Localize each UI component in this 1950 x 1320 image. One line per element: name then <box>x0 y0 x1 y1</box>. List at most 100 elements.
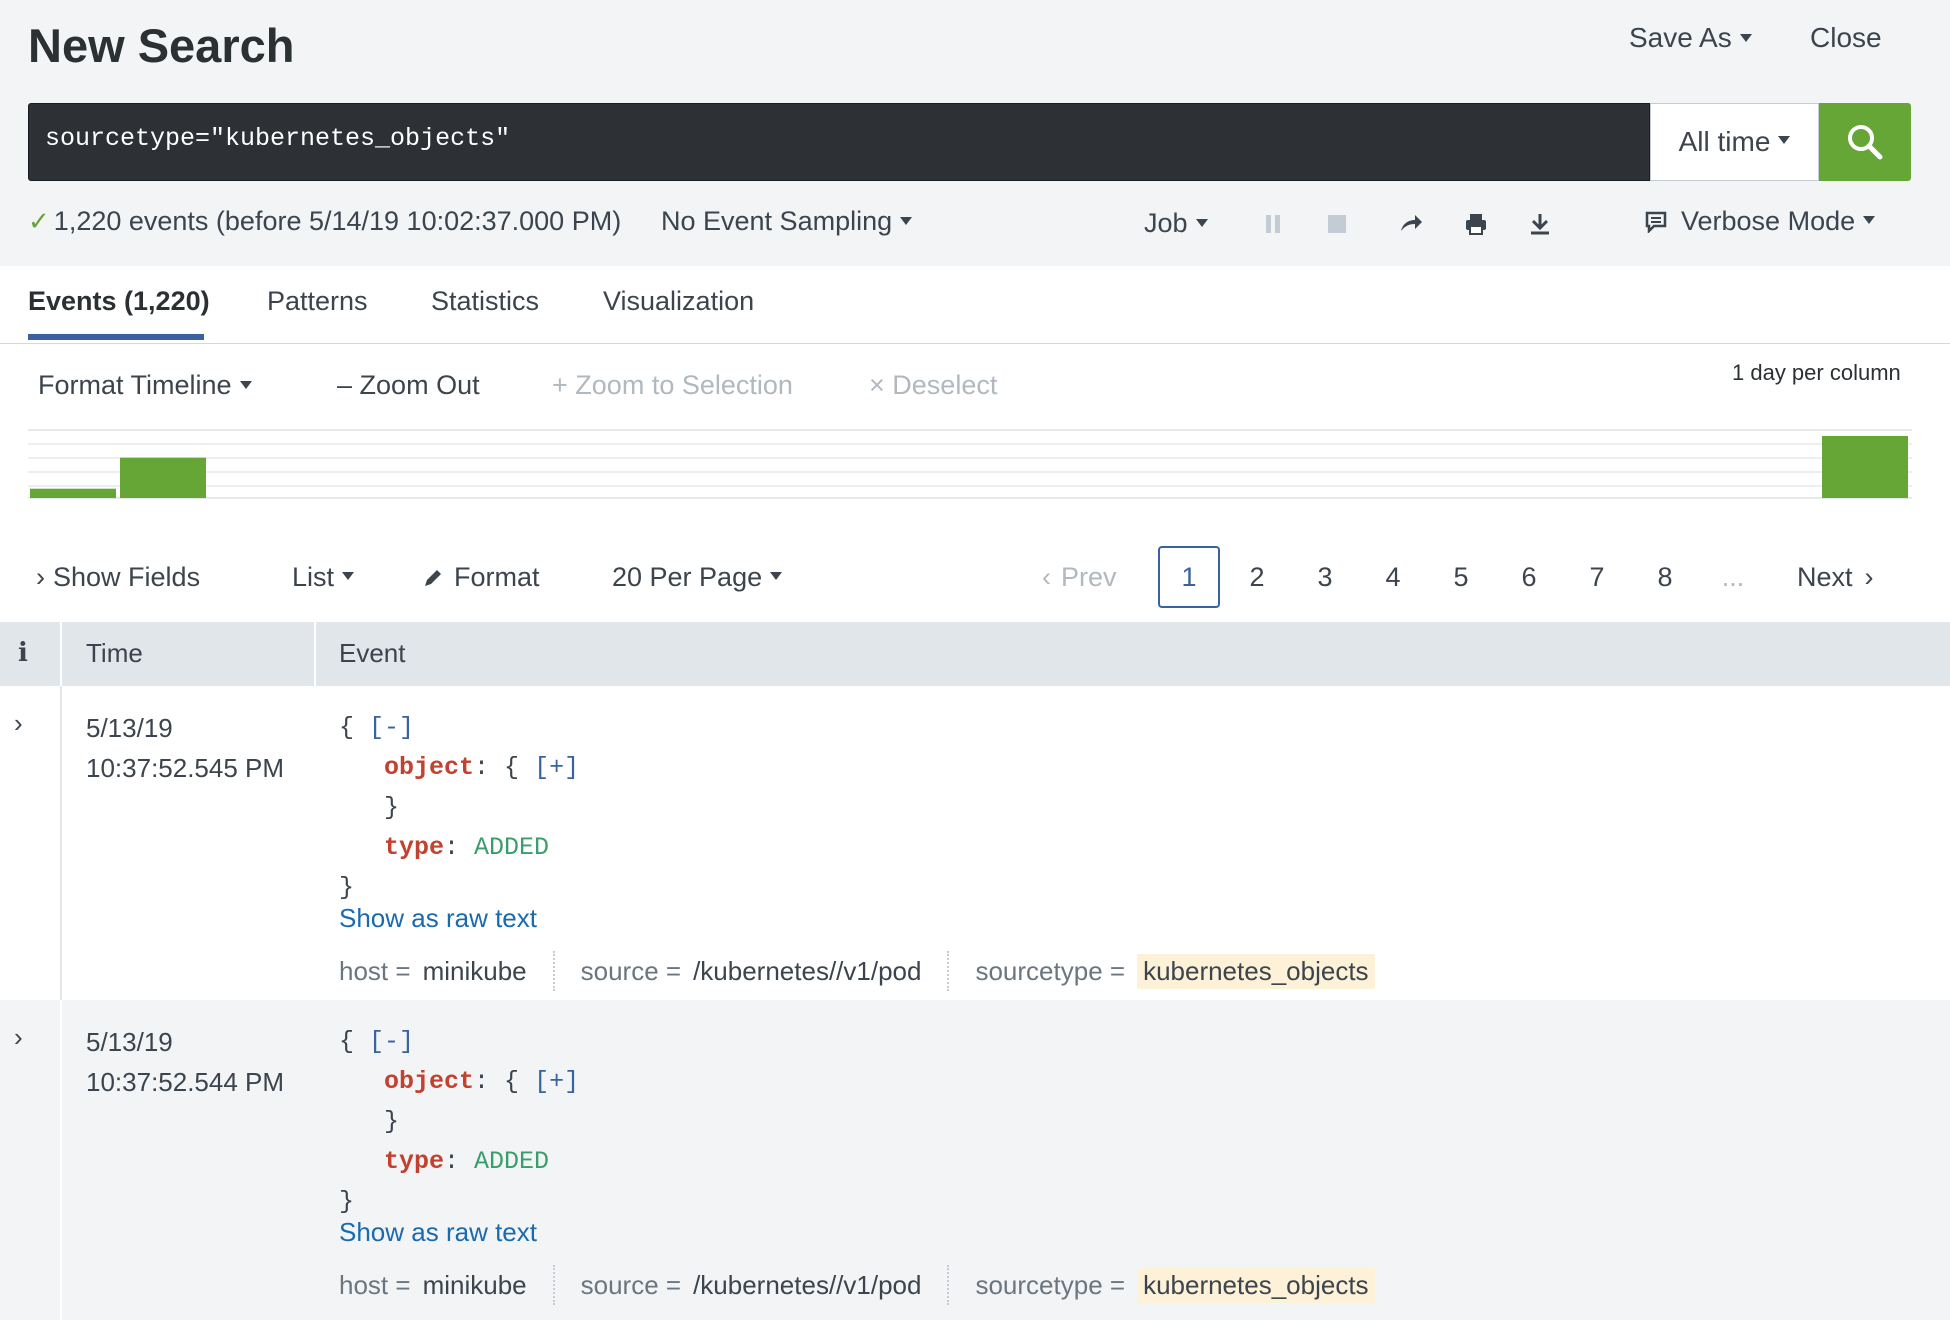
expand-toggle[interactable]: [+] <box>534 1067 579 1096</box>
json-brace: } <box>339 1187 355 1216</box>
save-as-menu[interactable]: Save As <box>1629 22 1752 54</box>
timeline-bar[interactable] <box>30 488 116 498</box>
close-button[interactable]: Close <box>1810 22 1882 54</box>
info-column-icon: i <box>18 638 28 668</box>
expand-row-icon[interactable]: › <box>14 1022 23 1053</box>
event-timestamp: 10:37:52.544 PM <box>86 1067 285 1097</box>
tab-events[interactable]: Events (1,220) <box>28 286 210 317</box>
download-icon[interactable] <box>1526 210 1554 238</box>
tab-statistics[interactable]: Statistics <box>431 286 539 317</box>
field-value-sourcetype[interactable]: kubernetes_objects <box>1137 953 1375 989</box>
timeline-bar[interactable] <box>1822 436 1908 498</box>
page-button-5[interactable]: 5 <box>1430 546 1492 608</box>
event-date: 5/13/19 <box>86 1027 173 1057</box>
field-value-host[interactable]: minikube <box>423 1270 527 1301</box>
caret-down-icon <box>342 571 355 580</box>
timeline-bar[interactable] <box>120 457 206 498</box>
zoom-to-selection-label: Zoom to Selection <box>575 370 793 400</box>
field-key-source: source = <box>580 955 682 986</box>
field-separator <box>947 1265 950 1305</box>
time-range-picker[interactable]: All time <box>1650 103 1819 181</box>
field-value-host[interactable]: minikube <box>423 956 527 987</box>
field-key-host: host = <box>339 955 411 986</box>
page-button-4[interactable]: 4 <box>1362 546 1424 608</box>
caret-down-icon <box>239 380 252 389</box>
caret-down-icon <box>1739 33 1752 42</box>
event-fields: host = minikube source = /kubernetes//v1/p… <box>339 951 1375 991</box>
pause-icon[interactable] <box>1259 210 1287 238</box>
format-timeline-menu[interactable]: Format Timeline <box>38 370 252 401</box>
show-raw-text-link[interactable]: Show as raw text <box>339 903 537 934</box>
chevron-left-icon: ‹ <box>1042 562 1051 592</box>
caret-down-icon <box>1195 218 1208 227</box>
expand-toggle[interactable]: [+] <box>534 753 579 782</box>
search-mode-menu[interactable]: Verbose Mode <box>1645 206 1876 237</box>
json-value-type[interactable]: ADDED <box>474 1147 549 1176</box>
page-ellipsis: ... <box>1721 561 1745 592</box>
page-button-1[interactable]: 1 <box>1158 546 1220 608</box>
mode-icon <box>1645 211 1667 233</box>
zoom-out-button[interactable]: – Zoom Out <box>337 370 480 401</box>
list-view-menu[interactable]: List <box>292 562 355 593</box>
collapse-toggle[interactable]: [-] <box>369 713 414 742</box>
prev-page-button[interactable]: ‹ Prev <box>1042 562 1117 593</box>
field-value-source[interactable]: /kubernetes//v1/pod <box>693 956 921 987</box>
field-value-sourcetype[interactable]: kubernetes_objects <box>1137 1267 1375 1303</box>
json-key-object[interactable]: object <box>384 753 474 782</box>
field-key-source: source = <box>580 1269 682 1300</box>
time-column-header[interactable]: Time <box>86 638 143 669</box>
column-divider <box>60 622 62 686</box>
json-value-type[interactable]: ADDED <box>474 833 549 862</box>
chevron-right-icon: › <box>1864 562 1874 592</box>
event-sampling-menu[interactable]: No Event Sampling <box>661 206 913 237</box>
field-key-sourcetype: sourcetype = <box>975 955 1126 986</box>
show-fields-button[interactable]: › Show Fields <box>36 562 200 593</box>
json-key-object[interactable]: object <box>384 1067 474 1096</box>
page-title: New Search <box>28 19 295 72</box>
search-button[interactable] <box>1819 103 1911 181</box>
page-button-8[interactable]: 8 <box>1634 546 1696 608</box>
event-timestamp: 10:37:52.545 PM <box>86 753 285 783</box>
collapse-toggle[interactable]: [-] <box>369 1027 414 1056</box>
column-divider <box>60 686 62 1000</box>
tab-visualization[interactable]: Visualization <box>603 286 754 317</box>
event-timeline[interactable] <box>28 428 1912 500</box>
format-label: Format <box>454 562 540 592</box>
json-brace: } <box>384 793 400 822</box>
zoom-to-selection-button[interactable]: + Zoom to Selection <box>552 370 793 401</box>
share-icon[interactable] <box>1397 210 1425 238</box>
events-status: ✓ 1,220 events (before 5/14/19 10:02:37.… <box>28 206 621 237</box>
page-button-6[interactable]: 6 <box>1498 546 1560 608</box>
page-button-3[interactable]: 3 <box>1294 546 1356 608</box>
expand-row-icon[interactable]: › <box>14 708 23 739</box>
event-row: › 5/13/19 10:37:52.544 PM { [-] object: {… <box>0 1000 1950 1320</box>
search-input[interactable]: sourcetype="kubernetes_objects" <box>45 124 510 153</box>
timeline-gridlines <box>28 429 1912 499</box>
event-date: 5/13/19 <box>86 713 173 743</box>
page-button-7[interactable]: 7 <box>1566 546 1628 608</box>
chevron-right-icon: › <box>36 562 45 592</box>
job-menu[interactable]: Job <box>1144 208 1208 239</box>
event-json: { [-] object: { [+] } type: ADDED } <box>339 713 580 902</box>
page-button-2[interactable]: 2 <box>1226 546 1288 608</box>
format-button[interactable]: Format <box>422 562 540 593</box>
events-summary: 1,220 events (before 5/14/19 10:02:37.00… <box>53 206 622 236</box>
json-brace: { <box>339 713 355 742</box>
show-raw-text-link[interactable]: Show as raw text <box>339 1217 537 1248</box>
per-page-menu[interactable]: 20 Per Page <box>612 562 783 593</box>
next-page-button[interactable]: Next › <box>1797 562 1874 593</box>
column-divider <box>314 622 316 686</box>
field-value-source[interactable]: /kubernetes//v1/pod <box>693 1270 921 1301</box>
field-separator <box>552 1265 555 1305</box>
tab-patterns[interactable]: Patterns <box>267 286 368 317</box>
search-bar[interactable]: sourcetype="kubernetes_objects" <box>28 103 1650 181</box>
deselect-button[interactable]: × Deselect <box>869 370 997 401</box>
event-time: 5/13/19 10:37:52.544 PM <box>86 1022 284 1102</box>
json-key-type[interactable]: type <box>384 1147 444 1176</box>
event-column-header: Event <box>339 638 406 668</box>
event-row: › 5/13/19 10:37:52.545 PM { [-] object: {… <box>0 686 1950 1000</box>
stop-icon[interactable] <box>1323 210 1351 238</box>
print-icon[interactable] <box>1462 210 1490 238</box>
search-icon <box>1848 125 1883 160</box>
json-key-type[interactable]: type <box>384 833 444 862</box>
